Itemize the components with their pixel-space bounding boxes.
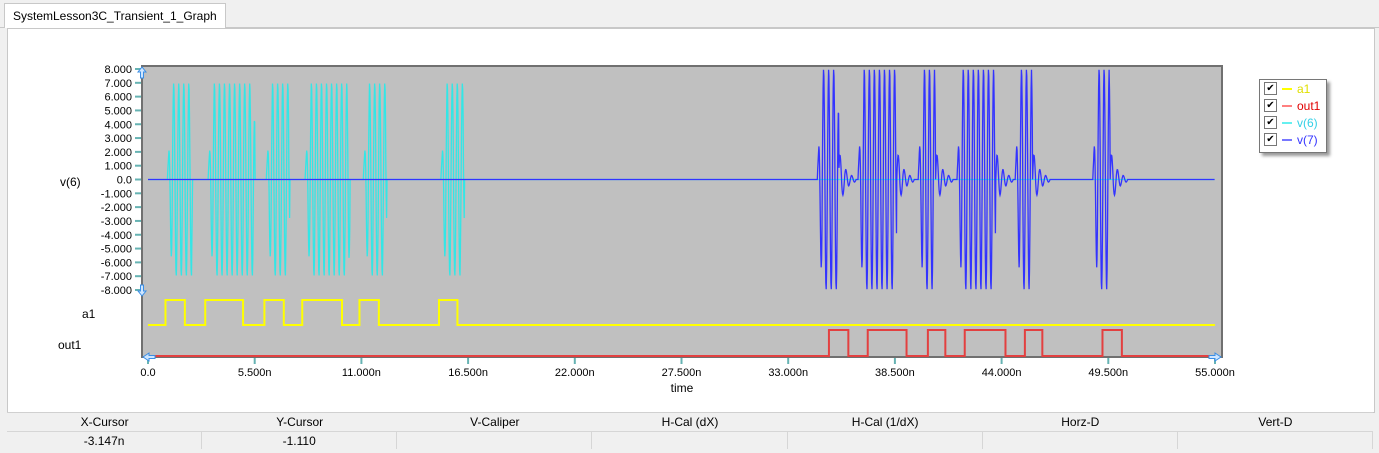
plot-area — [141, 65, 1223, 358]
analog-axis-label: v(6) — [60, 175, 81, 189]
x-tick-label: 55.000n — [1195, 367, 1235, 379]
cursor-header: Vert-D — [1258, 415, 1293, 429]
y-tick-label: -4.000 — [101, 230, 132, 242]
cursor-value: -1.110 — [202, 431, 398, 449]
x-tick-label: 49.500n — [1088, 367, 1128, 379]
y-tick-label: -1.000 — [101, 188, 132, 200]
cursor-header: H-Cal (dX) — [661, 415, 719, 429]
y-tick-label: -2.000 — [101, 202, 132, 214]
checkbox-out1[interactable]: ✔ — [1264, 99, 1277, 112]
y-tick-label: -7.000 — [101, 271, 132, 283]
y-tick-label: 0.0 — [117, 175, 132, 187]
y-tick-label: -5.000 — [101, 244, 132, 256]
x-axis-label: time — [671, 381, 694, 395]
legend-item-a1[interactable]: ✔ a1 — [1260, 80, 1326, 97]
x-tick-label: 33.000n — [768, 367, 808, 379]
legend-item-v6[interactable]: ✔ v(6) — [1260, 114, 1326, 131]
legend-label: v(7) — [1297, 132, 1318, 147]
cursor-header: V-Caliper — [470, 415, 520, 429]
y-tick-label: 2.000 — [104, 147, 132, 159]
swatch-a1 — [1282, 87, 1292, 90]
waveform-plot[interactable]: 8.000 7.000 6.0005.000 4.000 3.000 2.000 1.000… — [0, 0, 1379, 453]
y-tick-label: -8.000 — [101, 285, 132, 297]
y-tick-label: 6.000 — [104, 92, 132, 104]
checkbox-a1[interactable]: ✔ — [1264, 82, 1277, 95]
y-tick-label: -6.000 — [101, 257, 132, 269]
x-tick-label: 44.000n — [982, 367, 1022, 379]
swatch-v6 — [1282, 121, 1292, 124]
cursor-header: Y-Cursor — [276, 415, 324, 429]
cursor-value — [592, 431, 788, 449]
cursor-value — [982, 431, 1178, 449]
legend-label: a1 — [1297, 81, 1311, 96]
x-tick-label: 22.000n — [555, 367, 595, 379]
y-tick-label: 4.000 — [104, 119, 132, 131]
checkbox-v6[interactable]: ✔ — [1264, 116, 1277, 129]
y-tick-label: 8.000 — [104, 64, 132, 76]
cursor-header: X-Cursor — [80, 415, 129, 429]
cursor-value — [397, 431, 593, 449]
legend-item-v7[interactable]: ✔ v(7) — [1260, 131, 1326, 148]
cursor-value: -3.147n — [7, 431, 203, 449]
legend: ✔ a1 ✔ out1 ✔ v(6) ✔ v(7) — [1259, 79, 1327, 153]
cursor-table-values: -3.147n -1.110 — [7, 431, 1373, 449]
cursor-value — [787, 431, 983, 449]
cursor-table-header: X-Cursor Y-Cursor V-Caliper H-Cal (dX) H-Cal… — [7, 413, 1373, 431]
y-tick-label: 7.000 — [104, 78, 132, 90]
y-tick-label: 3.000 — [104, 133, 132, 145]
y-tick-label: 5.000 — [104, 105, 132, 117]
swatch-v7 — [1282, 138, 1292, 141]
x-tick-label: 5.500n — [238, 367, 272, 379]
digital-label-out1: out1 — [58, 338, 82, 352]
x-tick-label: 0.0 — [140, 367, 155, 379]
swatch-out1 — [1282, 104, 1292, 107]
x-tick-label: 16.500n — [448, 367, 488, 379]
cursor-header: H-Cal (1/dX) — [851, 415, 919, 429]
cursor-header: Horz-D — [1061, 415, 1100, 429]
x-tick-label: 11.000n — [342, 367, 381, 379]
x-tick-label: 38.500n — [875, 367, 915, 379]
legend-label: out1 — [1297, 98, 1321, 113]
checkbox-v7[interactable]: ✔ — [1264, 133, 1277, 146]
cursor-table: X-Cursor Y-Cursor V-Caliper H-Cal (dX) H-Cal… — [7, 412, 1373, 451]
x-tick-label: 27.500n — [662, 367, 702, 379]
legend-item-out1[interactable]: ✔ out1 — [1260, 97, 1326, 114]
y-tick-label: -3.000 — [101, 216, 132, 228]
digital-label-a1: a1 — [82, 307, 96, 321]
legend-label: v(6) — [1297, 115, 1318, 130]
y-tick-label: 1.000 — [104, 161, 132, 173]
cursor-value — [1177, 431, 1373, 449]
